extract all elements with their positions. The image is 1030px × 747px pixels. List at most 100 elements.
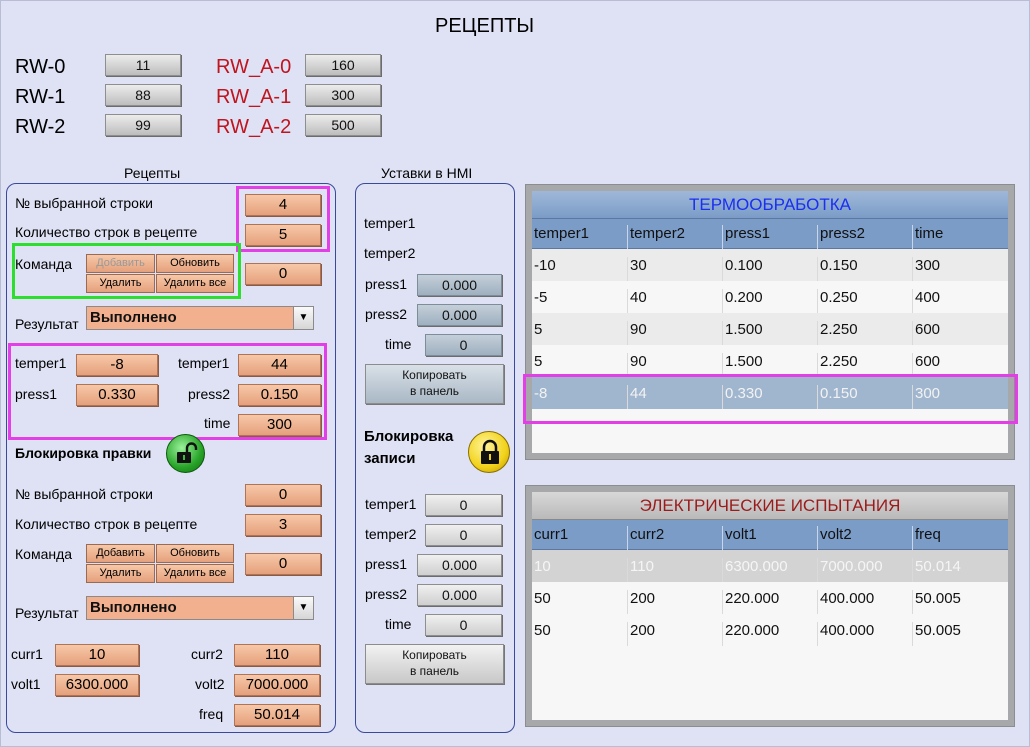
selected-row-field-2[interactable]: 0 [245, 484, 321, 506]
thermo-title-bar: ТЕРМООБРАБОТКА [532, 191, 1008, 219]
table-cell: 2.250 [817, 321, 912, 345]
copy-button-2-line1: Копировать [402, 648, 467, 662]
hmi2-press2-label: press2 [365, 586, 408, 602]
lock-icon[interactable] [468, 431, 510, 473]
hmi-press1-field[interactable]: 0.000 [417, 274, 502, 296]
rwa1-field[interactable]: 300 [305, 84, 381, 106]
table-header-cell[interactable]: press2 [817, 225, 912, 249]
electric-title: ЭЛЕКТРИЧЕСКИЕ ИСПЫТАНИЯ [639, 496, 901, 515]
hmi2-temper2-label: temper2 [365, 526, 417, 542]
hmi-press2-field[interactable]: 0.000 [417, 304, 502, 326]
table-cell: 400.000 [817, 590, 912, 614]
table-cell: 10 [534, 558, 551, 575]
hmi2-temper2-field[interactable]: 0 [425, 524, 502, 546]
unlock-icon[interactable] [166, 434, 205, 473]
result-value: Выполнено [90, 309, 177, 326]
table-header-cell[interactable]: volt1 [722, 526, 817, 550]
curr1-field[interactable]: 10 [55, 644, 139, 666]
table-header-cell[interactable]: temper2 [627, 225, 722, 249]
page-title: РЕЦЕПТЫ [435, 15, 535, 37]
electric-title-bar: ЭЛЕКТРИЧЕСКИЕ ИСПЫТАНИЯ [532, 492, 1008, 520]
command-field-2[interactable]: 0 [245, 553, 321, 575]
curr2-field[interactable]: 110 [234, 644, 320, 666]
chevron-down-icon[interactable]: ▼ [293, 307, 313, 329]
table-header-cell[interactable]: freq [912, 526, 1007, 550]
chevron-down-icon[interactable]: ▼ [293, 597, 313, 619]
rwa2-label: RW_A-2 [216, 116, 292, 138]
hmi-panel-title: Уставки в HMI [381, 165, 473, 181]
command-label-2: Команда [15, 546, 73, 562]
delete-all-button-2[interactable]: Удалить все [156, 564, 234, 583]
volt2-label: volt2 [195, 676, 225, 692]
edit-lock-label: Блокировка правки [15, 445, 152, 461]
row-count-field-2[interactable]: 3 [245, 514, 321, 536]
result-dropdown[interactable]: Выполнено ▼ [86, 306, 314, 330]
table-cell: 600 [912, 321, 1007, 345]
row-count-label-2: Количество строк в рецепте [15, 516, 198, 532]
table-cell: 7000.000 [817, 558, 912, 582]
rwa0-label: RW_A-0 [216, 56, 292, 78]
result-dropdown-2[interactable]: Выполнено ▼ [86, 596, 314, 620]
table-cell: 400.000 [817, 622, 912, 646]
rw0-field[interactable]: 11 [105, 54, 181, 76]
table-header-cell[interactable]: temper1 [532, 225, 627, 249]
table-cell: 30 [627, 257, 722, 281]
table-cell: 220.000 [722, 622, 817, 646]
table-header-cell[interactable]: time [912, 225, 1007, 249]
table-cell: 300 [912, 257, 1007, 281]
command-field[interactable]: 0 [245, 263, 321, 285]
hmi2-temper1-field[interactable]: 0 [425, 494, 502, 516]
row-count-label: Количество строк в рецепте [15, 224, 198, 240]
selected-row-label: № выбранной строки [15, 195, 153, 211]
table-cell: 0.200 [722, 289, 817, 313]
selection-highlight [236, 186, 330, 252]
result-value-2: Выполнено [90, 599, 177, 616]
hmi-time-field[interactable]: 0 [425, 334, 502, 356]
volt1-label: volt1 [11, 676, 41, 692]
table-cell: 1.500 [722, 321, 817, 345]
thermo-title: ТЕРМООБРАБОТКА [689, 195, 851, 214]
delete-button-2[interactable]: Удалить [86, 564, 155, 583]
recipes-screen: РЕЦЕПТЫ RW-0 11 RW-1 88 RW-2 99 RW_A-0 1… [0, 0, 1030, 747]
copy-to-panel-button[interactable]: Копировать в панель [365, 364, 504, 404]
result-label: Результат [15, 316, 79, 332]
volt1-field[interactable]: 6300.000 [55, 674, 139, 696]
volt2-field[interactable]: 7000.000 [234, 674, 320, 696]
rw1-field[interactable]: 88 [105, 84, 181, 106]
table-cell: 400 [912, 289, 1007, 313]
table-cell: 6300.000 [722, 558, 817, 582]
freq-field[interactable]: 50.014 [234, 704, 320, 726]
table-cell: 200 [627, 622, 722, 646]
hmi2-press2-field[interactable]: 0.000 [417, 584, 502, 606]
table-header-cell[interactable]: volt2 [817, 526, 912, 550]
add-button-2[interactable]: Добавить [86, 544, 155, 563]
table-cell: 5 [534, 321, 543, 338]
hmi2-time-field[interactable]: 0 [425, 614, 502, 636]
hmi-time-label: time [385, 336, 412, 352]
table-header-cell[interactable]: curr1 [532, 526, 627, 550]
table-cell: 220.000 [722, 590, 817, 614]
rw1-label: RW-1 [15, 86, 66, 108]
rw2-field[interactable]: 99 [105, 114, 181, 136]
hmi-temper2-label: temper2 [364, 245, 416, 261]
write-lock-label-line1: Блокировка [364, 428, 454, 445]
table-header-cell[interactable]: curr2 [627, 526, 722, 550]
update-button-2[interactable]: Обновить [156, 544, 234, 563]
selected-row-label-2: № выбранной строки [15, 486, 153, 502]
table-header-cell[interactable]: press1 [722, 225, 817, 249]
table-cell: 50 [534, 590, 551, 607]
rw0-label: RW-0 [15, 56, 66, 78]
hmi2-press1-field[interactable]: 0.000 [417, 554, 502, 576]
rwa1-label: RW_A-1 [216, 86, 292, 108]
fields-highlight [8, 343, 327, 440]
table-cell: 50 [534, 622, 551, 639]
copy-button-2-line2: в панель [409, 664, 460, 678]
rwa2-field[interactable]: 500 [305, 114, 381, 136]
freq-label: freq [199, 706, 224, 722]
table-cell: 0.250 [817, 289, 912, 313]
rw2-label: RW-2 [15, 116, 66, 138]
table-cell: 200 [627, 590, 722, 614]
table-cell: -5 [534, 289, 548, 306]
rwa0-field[interactable]: 160 [305, 54, 381, 76]
copy-to-panel-button-2[interactable]: Копировать в панель [365, 644, 504, 684]
